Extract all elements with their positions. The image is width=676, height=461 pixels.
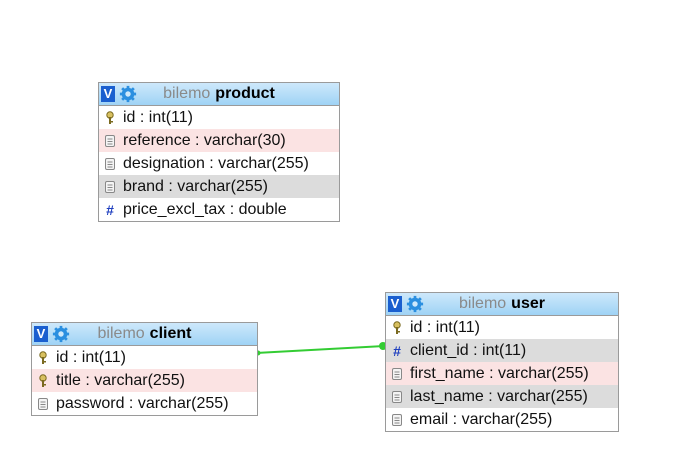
key-icon (34, 350, 52, 365)
column-label: designation : varchar(255) (123, 154, 309, 172)
column-row[interactable]: password : varchar(255) (32, 392, 257, 415)
hash-icon: # (393, 342, 401, 359)
column-label: client_id : int(11) (410, 341, 527, 359)
column-label: title : varchar(255) (56, 371, 185, 389)
table-user[interactable]: V bilemo user id : int(11) # client_id :… (385, 292, 619, 432)
field-icon (101, 180, 119, 193)
toggle-icon[interactable]: V (101, 86, 115, 102)
column-row[interactable]: title : varchar(255) (32, 369, 257, 392)
column-row[interactable]: id : int(11) (32, 346, 257, 369)
key-icon (388, 320, 406, 335)
table-header-product[interactable]: V bilemo product (99, 83, 339, 106)
column-label: id : int(11) (410, 318, 480, 336)
column-row[interactable]: id : int(11) (99, 106, 339, 129)
column-label: password : varchar(255) (56, 394, 229, 412)
column-label: price_excl_tax : double (123, 200, 287, 218)
key-icon (34, 373, 52, 388)
toggle-icon[interactable]: V (34, 326, 48, 342)
column-label: first_name : varchar(255) (410, 364, 589, 382)
hash-icon: # (106, 201, 114, 218)
database-name: bilemo (97, 325, 145, 342)
table-product[interactable]: V bilemo product id : int(11) reference … (98, 82, 340, 222)
column-row[interactable]: reference : varchar(30) (99, 129, 339, 152)
table-name: client (149, 325, 192, 342)
gear-icon[interactable] (52, 325, 70, 343)
gear-icon[interactable] (119, 85, 137, 103)
gear-icon[interactable] (406, 295, 424, 313)
column-label: last_name : varchar(255) (410, 387, 588, 405)
column-label: reference : varchar(30) (123, 131, 286, 149)
column-row[interactable]: # price_excl_tax : double (99, 198, 339, 221)
field-icon (388, 390, 406, 403)
column-row[interactable]: email : varchar(255) (386, 408, 618, 431)
table-header-user[interactable]: V bilemo user (386, 293, 618, 316)
column-row[interactable]: last_name : varchar(255) (386, 385, 618, 408)
field-icon (388, 413, 406, 426)
field-icon (388, 367, 406, 380)
relation-connector (255, 345, 385, 354)
column-label: email : varchar(255) (410, 410, 553, 428)
column-row[interactable]: first_name : varchar(255) (386, 362, 618, 385)
column-row[interactable]: # client_id : int(11) (386, 339, 618, 362)
field-icon (101, 157, 119, 170)
field-icon (34, 397, 52, 410)
column-label: brand : varchar(255) (123, 177, 268, 195)
table-name: product (215, 85, 275, 102)
key-icon (101, 110, 119, 125)
column-row[interactable]: id : int(11) (386, 316, 618, 339)
table-client[interactable]: V bilemo client id : int(11) title : var… (31, 322, 258, 416)
column-label: id : int(11) (56, 348, 126, 366)
column-row[interactable]: brand : varchar(255) (99, 175, 339, 198)
column-label: id : int(11) (123, 108, 193, 126)
database-name: bilemo (459, 295, 507, 312)
database-name: bilemo (163, 85, 211, 102)
table-name: user (511, 295, 545, 312)
field-icon (101, 134, 119, 147)
table-header-client[interactable]: V bilemo client (32, 323, 257, 346)
column-row[interactable]: designation : varchar(255) (99, 152, 339, 175)
toggle-icon[interactable]: V (388, 296, 402, 312)
